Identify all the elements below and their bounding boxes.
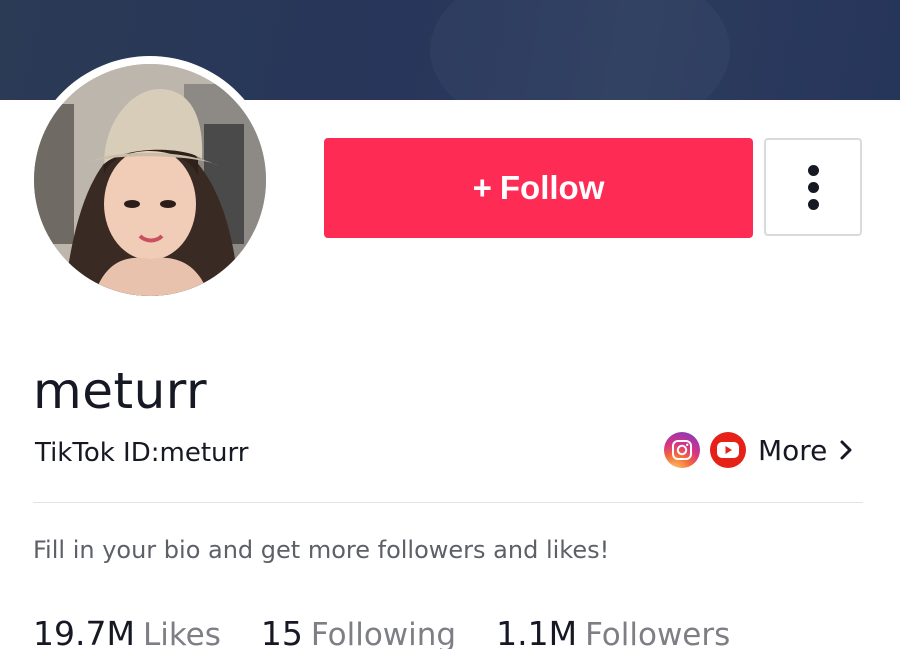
chevron-right-icon bbox=[839, 439, 853, 461]
username: meturr bbox=[33, 362, 207, 420]
stats-bar: 19.7M Likes 15 Following 1.1M Followers bbox=[33, 614, 770, 649]
stat-following-value: 15 bbox=[260, 614, 303, 649]
follow-button[interactable]: + Follow bbox=[324, 138, 753, 238]
avatar[interactable] bbox=[34, 64, 266, 296]
more-link-label: More bbox=[758, 433, 828, 467]
stat-likes-label: Likes bbox=[142, 617, 221, 649]
youtube-icon[interactable] bbox=[710, 432, 746, 468]
follow-plus-icon: + bbox=[472, 169, 492, 206]
avatar-photo bbox=[34, 64, 266, 296]
profile-page: + Follow meturr TikTok ID:meturr More Fi… bbox=[0, 0, 900, 649]
stat-following[interactable]: 15 Following bbox=[261, 614, 456, 649]
stat-followers[interactable]: 1.1M Followers bbox=[496, 614, 730, 649]
kebab-dot bbox=[807, 164, 819, 176]
kebab-dot bbox=[807, 198, 819, 210]
stat-likes-value: 19.7M bbox=[33, 614, 135, 649]
divider bbox=[33, 502, 863, 503]
follow-label: Follow bbox=[499, 169, 605, 206]
social-links: More bbox=[664, 430, 853, 470]
more-options-button[interactable] bbox=[764, 138, 862, 236]
stat-likes: 19.7M Likes bbox=[33, 614, 221, 649]
stat-followers-label: Followers bbox=[585, 617, 731, 649]
bio-text: Fill in your bio and get more followers … bbox=[33, 536, 610, 564]
tiktok-id: TikTok ID:meturr bbox=[35, 438, 249, 468]
stat-following-label: Following bbox=[310, 617, 457, 649]
more-link[interactable]: More bbox=[758, 434, 853, 467]
stat-followers-value: 1.1M bbox=[496, 614, 578, 649]
instagram-icon[interactable] bbox=[664, 432, 700, 468]
kebab-dot bbox=[807, 181, 819, 193]
